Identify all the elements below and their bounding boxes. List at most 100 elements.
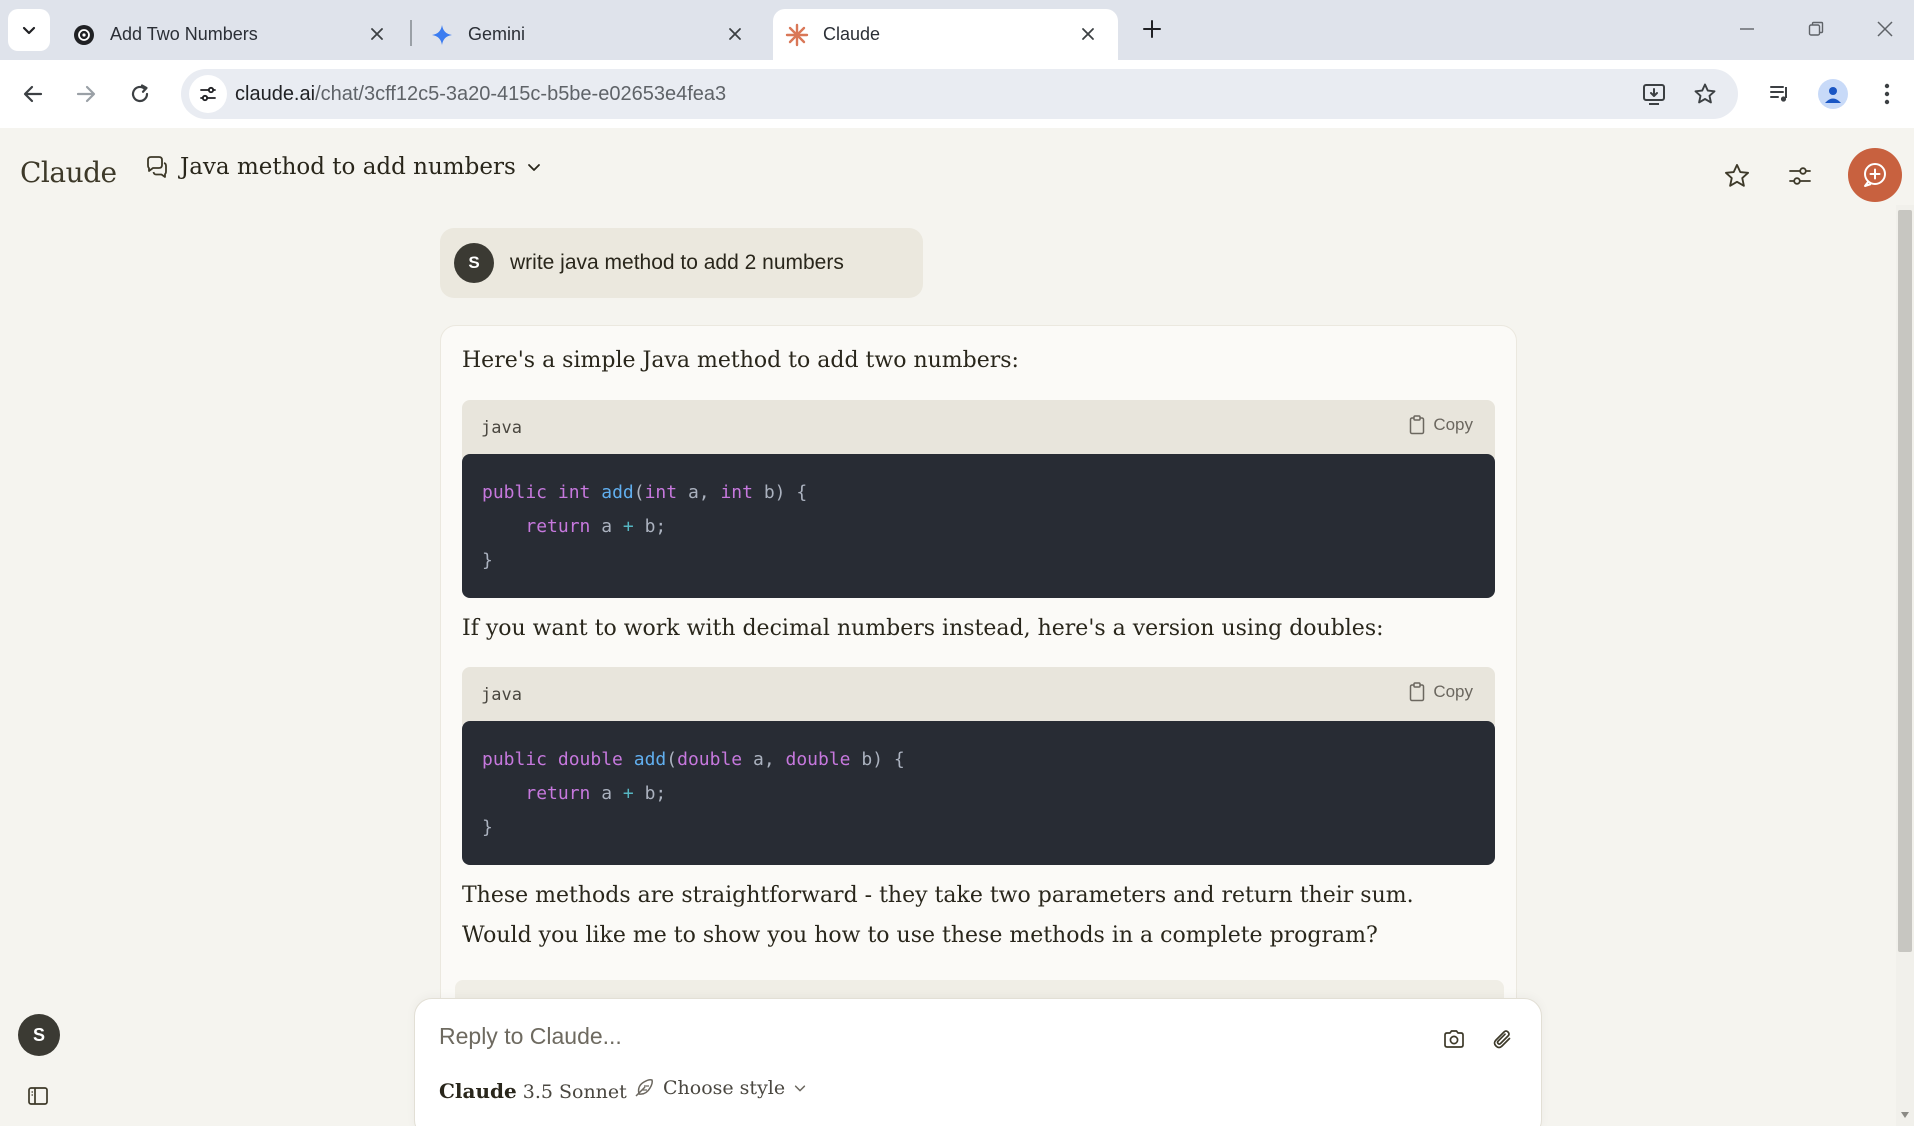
scroll-down-button[interactable] [1898, 1108, 1912, 1122]
code-block: public double add(double a, double b) { … [462, 721, 1495, 865]
close-icon [1877, 21, 1893, 37]
install-icon [1643, 84, 1665, 105]
chat-title: Java method to add numbers [180, 154, 516, 180]
url-domain: claude.ai [235, 83, 316, 105]
chat-title-dropdown[interactable]: Java method to add numbers [144, 154, 542, 180]
code-token: b) { [850, 749, 905, 770]
code-block-header: java Copy [462, 667, 1495, 725]
minimize-icon [1740, 28, 1754, 30]
attach-button[interactable] [1484, 1021, 1520, 1057]
sliders-icon [1789, 167, 1811, 185]
code-token: int [644, 482, 678, 503]
plus-icon [1143, 20, 1161, 38]
code-line: public double add(double a, double b) { [482, 743, 1495, 777]
claude-icon [785, 23, 809, 47]
scrollbar-thumb[interactable] [1898, 210, 1912, 952]
code-token: b) { [752, 482, 808, 503]
code-token: ( [666, 749, 678, 770]
assistant-middle-text: If you want to work with decimal numbers… [462, 616, 1384, 641]
code-line: return a + b; [482, 510, 1495, 544]
code-token: public [482, 482, 548, 503]
code-language-label: java [481, 418, 522, 438]
window-close-button[interactable] [1870, 14, 1900, 44]
url-path: /chat/3cff12c5-3a20-415c-b5be-e02653e4fe… [315, 83, 727, 105]
model-selector[interactable]: Claude 3.5 Sonnet [439, 1079, 627, 1103]
arrow-right-icon [76, 85, 96, 103]
new-tab-button[interactable] [1137, 14, 1167, 44]
code-line: } [482, 811, 1495, 845]
code-token: a [590, 783, 623, 804]
new-chat-button[interactable] [1848, 148, 1902, 202]
more-vertical-icon [1884, 83, 1890, 105]
code-token: return [525, 516, 591, 537]
profile-icon [1818, 79, 1848, 109]
back-button[interactable] [15, 76, 51, 112]
tab-claude[interactable]: Claude [773, 9, 1118, 60]
copy-button[interactable]: Copy [1409, 415, 1473, 435]
code-line: } [482, 544, 1495, 578]
install-app-button[interactable] [1639, 79, 1669, 109]
copy-label: Copy [1433, 682, 1473, 701]
reply-input[interactable] [439, 1023, 1399, 1050]
tab-search-button[interactable] [8, 9, 50, 51]
restore-button[interactable] [1801, 14, 1831, 44]
clipboard-icon [1410, 682, 1425, 702]
close-icon[interactable] [1076, 22, 1100, 46]
forward-button[interactable] [68, 76, 104, 112]
tab-title: Add Two Numbers [110, 24, 258, 44]
close-icon[interactable] [723, 22, 747, 46]
tune-icon [200, 86, 216, 102]
code-token: } [482, 550, 493, 571]
star-icon [1694, 83, 1716, 104]
code-token: double [557, 749, 623, 770]
code-token: a, [677, 482, 721, 503]
code-token: public [482, 749, 548, 770]
assistant-outro-text: These methods are straightforward - they… [462, 883, 1414, 908]
screenshot-button[interactable] [1436, 1021, 1472, 1057]
browser-menu-button[interactable] [1871, 78, 1903, 110]
code-token: } [482, 817, 493, 838]
assistant-message: Here's a simple Java method to add two n… [440, 325, 1517, 1045]
gemini-icon [430, 23, 454, 47]
profile-button[interactable] [1817, 78, 1849, 110]
minimize-button[interactable] [1732, 14, 1762, 44]
sidebar-toggle-button[interactable] [22, 1080, 54, 1112]
camera-icon [1444, 1030, 1464, 1048]
reload-button[interactable] [122, 76, 158, 112]
arrow-left-icon [23, 85, 43, 103]
app-header: Claude Java method to add numbers [0, 128, 1914, 222]
chevron-down-icon [794, 1085, 806, 1092]
chat-settings-button[interactable] [1780, 156, 1820, 196]
site-info-button[interactable] [189, 75, 227, 113]
model-name: 3.5 Sonnet [522, 1081, 627, 1103]
openai-icon [72, 23, 96, 47]
bookmark-button[interactable] [1690, 79, 1720, 109]
style-selector[interactable]: Choose style [633, 1077, 807, 1099]
claude-logo[interactable]: Claude [20, 156, 117, 189]
close-icon[interactable] [365, 22, 389, 46]
star-chat-button[interactable] [1717, 156, 1757, 196]
url-text: claude.ai/chat/3cff12c5-3a20-415c-b5be-e… [235, 83, 726, 106]
code-token: double [677, 749, 743, 770]
tab-gemini[interactable]: Gemini [410, 9, 765, 60]
avatar: S [454, 243, 494, 283]
address-bar[interactable]: claude.ai/chat/3cff12c5-3a20-415c-b5be-e… [181, 69, 1738, 119]
reload-icon [131, 84, 149, 103]
media-control-button[interactable] [1764, 78, 1796, 110]
restore-icon [1808, 21, 1824, 36]
tab-title: Claude [823, 24, 881, 44]
style-label: Choose style [663, 1077, 786, 1099]
code-token: add [633, 749, 667, 770]
code-token: add [601, 482, 634, 503]
copy-button[interactable]: Copy [1409, 682, 1473, 702]
triangle-down-icon [1901, 1112, 1909, 1118]
code-line: public int add(int a, int b) { [482, 476, 1495, 510]
tab-add-two-numbers[interactable]: Add Two Numbers [52, 9, 407, 60]
code-token: + [622, 783, 634, 804]
user-avatar-button[interactable]: S [18, 1014, 60, 1056]
code-line: return a + b; [482, 777, 1495, 811]
